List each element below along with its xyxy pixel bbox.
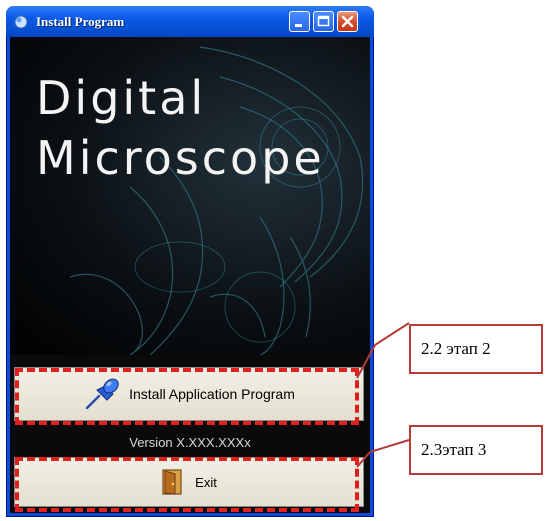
install-button-label: Install Application Program <box>129 386 295 402</box>
leader-line-2 <box>369 439 410 453</box>
title-bar[interactable]: Install Program <box>6 6 374 37</box>
maximize-icon <box>317 15 330 27</box>
installer-window: Install Program Digital Microscope Insta… <box>6 6 374 517</box>
callout-step-3: 2.3этап 3 <box>409 425 543 475</box>
hero-banner: Digital Microscope <box>10 37 370 355</box>
hero-title-line-2: Microscope <box>36 131 325 185</box>
app-icon <box>14 15 28 29</box>
pushpin-icon <box>85 378 119 410</box>
callout-step-2: 2.2 этап 2 <box>409 324 543 374</box>
door-exit-icon <box>162 469 182 495</box>
close-button[interactable] <box>337 11 358 32</box>
version-text: Version X.XXX.XXXx <box>129 435 251 450</box>
maximize-button[interactable] <box>313 11 334 32</box>
hero-title-line-1: Digital <box>36 71 207 125</box>
leader-line-1 <box>374 322 410 346</box>
install-application-button[interactable]: Install Application Program <box>14 367 364 421</box>
window-title: Install Program <box>36 14 125 29</box>
exit-button-label: Exit <box>195 474 217 490</box>
minimize-icon <box>295 24 302 27</box>
minimize-button[interactable] <box>289 11 310 32</box>
exit-button[interactable]: Exit <box>14 457 364 507</box>
client-area: Digital Microscope Install Application P… <box>10 37 370 513</box>
action-panel: Install Application Program Version X.XX… <box>10 355 370 513</box>
close-icon <box>341 15 354 28</box>
